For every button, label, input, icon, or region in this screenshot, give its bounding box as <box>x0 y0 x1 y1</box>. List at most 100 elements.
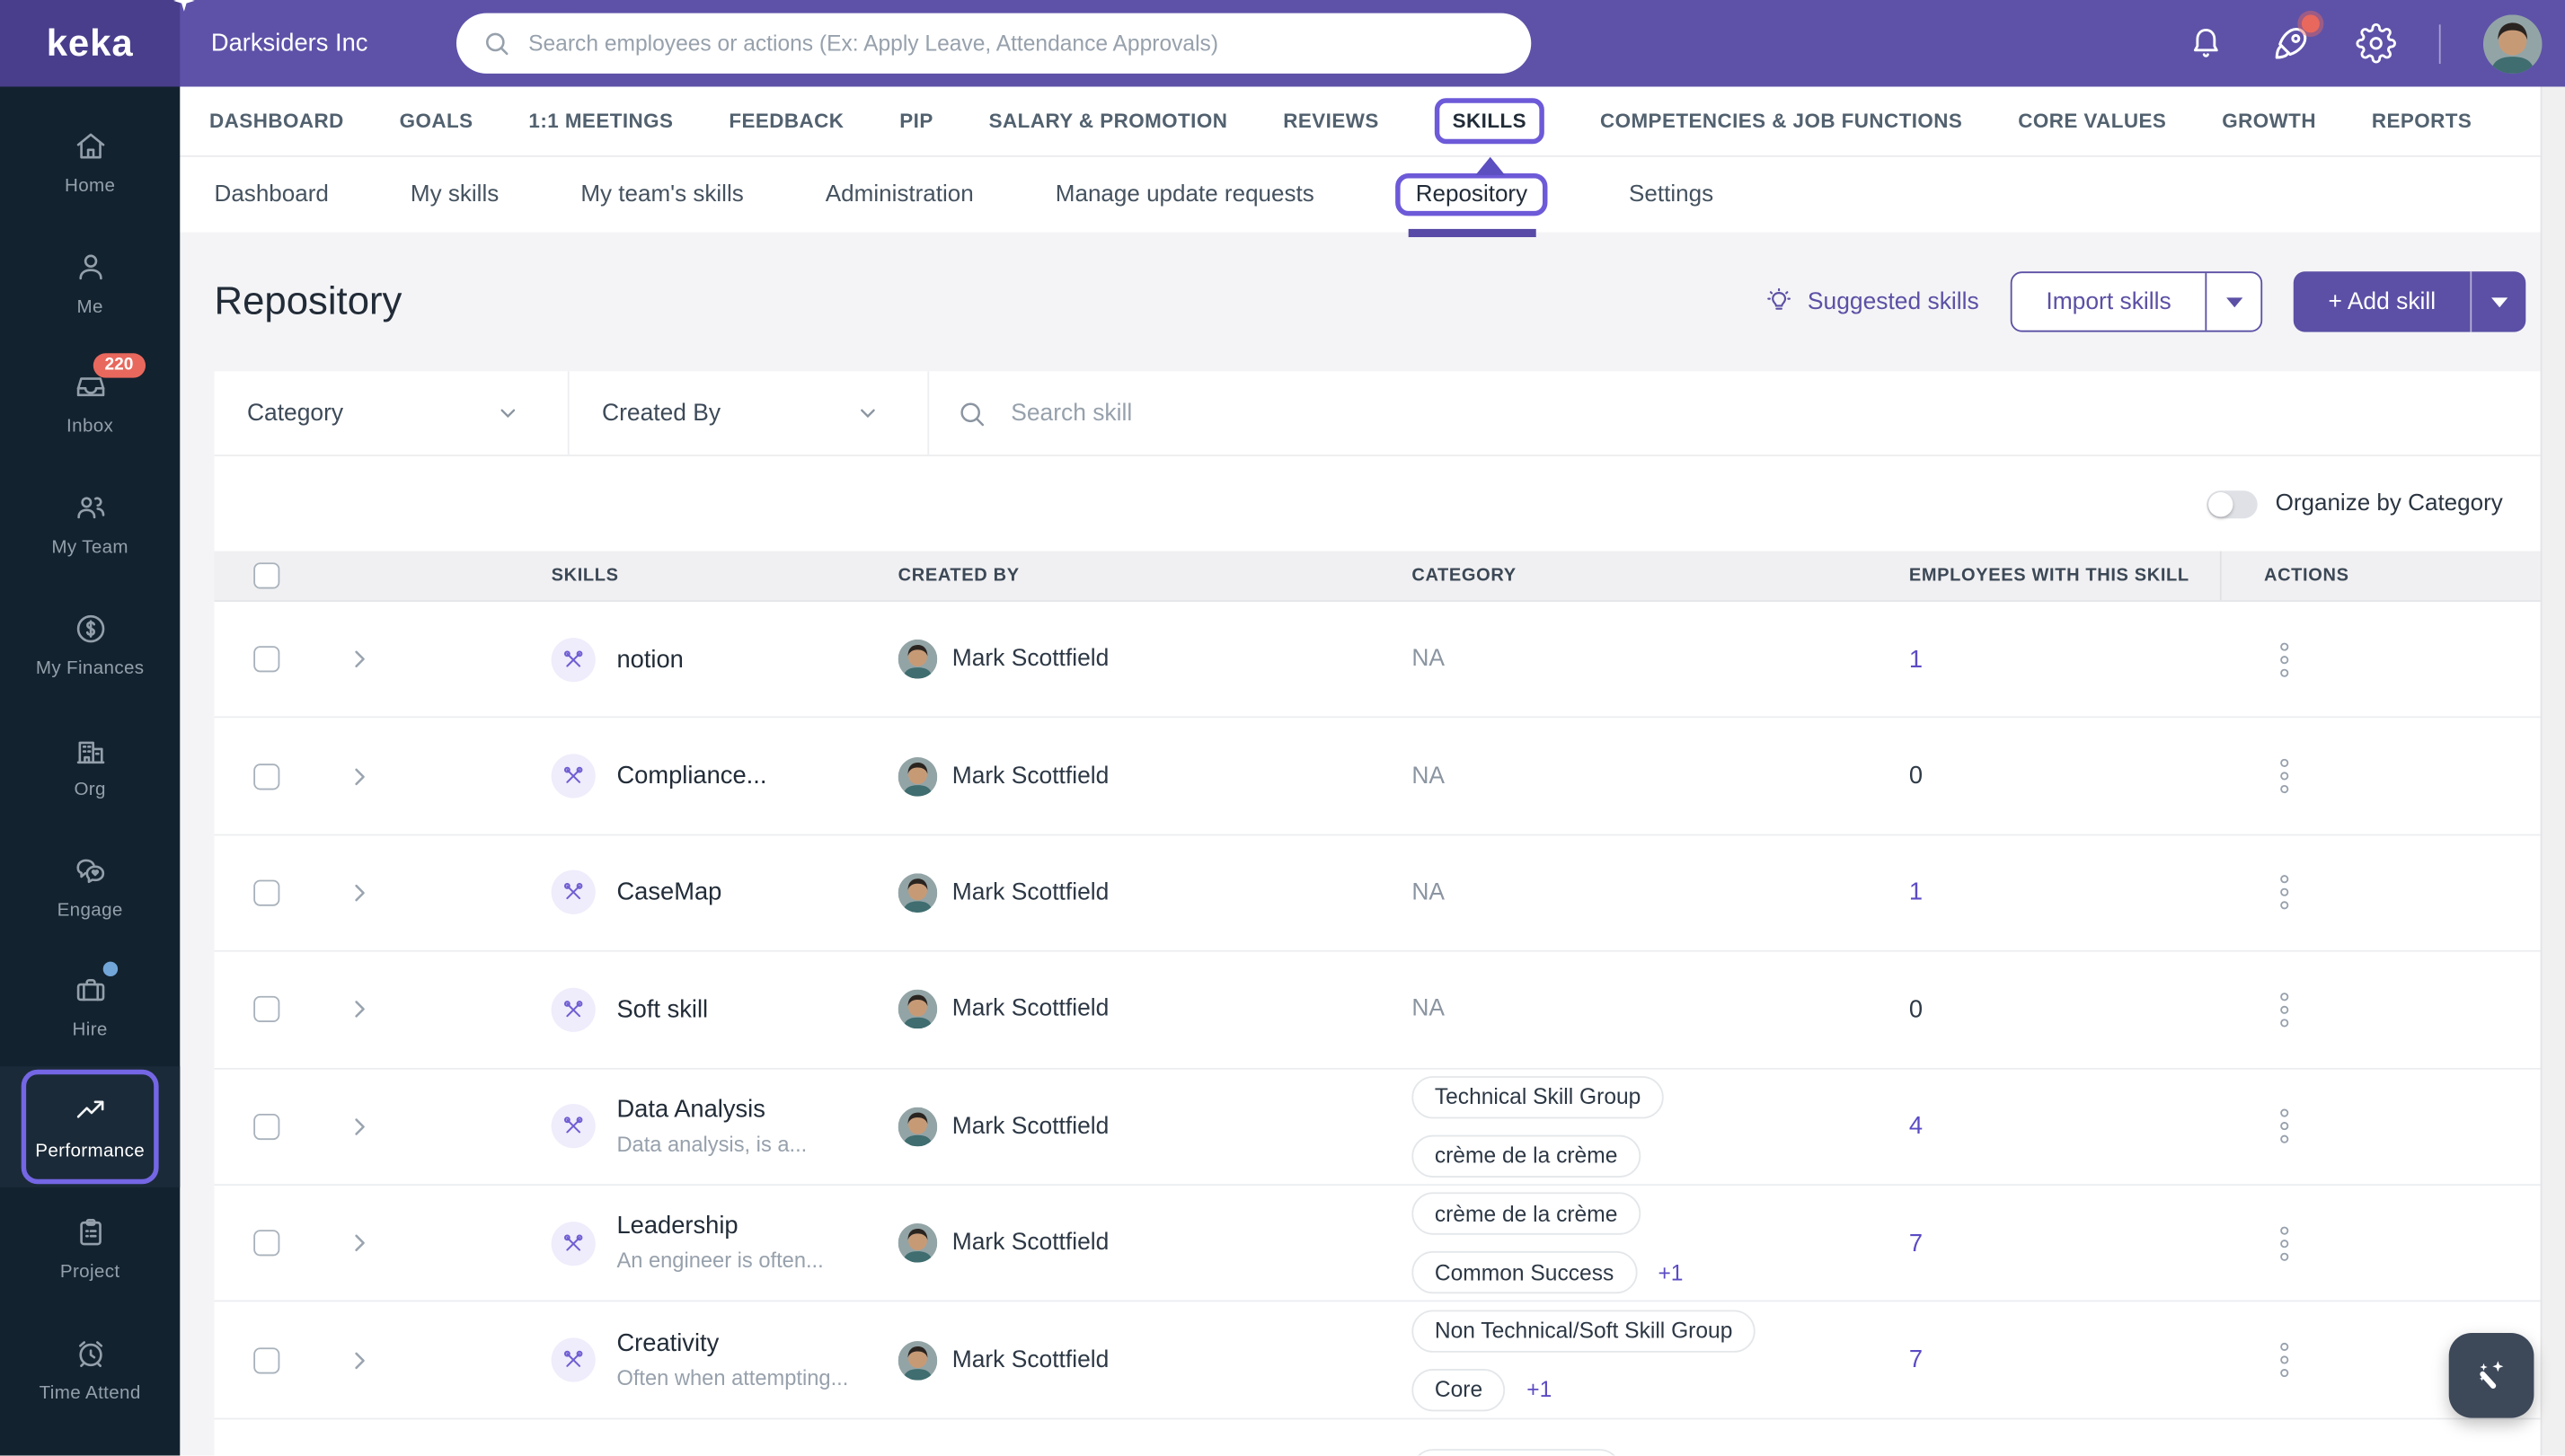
user-avatar[interactable] <box>2482 13 2543 74</box>
subtab-repository[interactable]: Repository <box>1395 173 1547 238</box>
suggested-skills-link[interactable]: Suggested skills <box>1764 287 1979 318</box>
keka-logo[interactable]: keka <box>0 0 195 87</box>
creator-name: Mark Scottfield <box>951 879 1110 906</box>
sidebar-item-inbox[interactable]: Inbox 220 <box>0 343 180 463</box>
organize-row: Organize by Category <box>215 456 2543 552</box>
sidebar-item-home[interactable]: Home <box>0 101 180 222</box>
tab-skills[interactable]: SKILLS <box>1434 98 1545 175</box>
row-checkbox[interactable] <box>253 1346 280 1373</box>
row-actions-menu[interactable] <box>2269 875 2298 911</box>
category-value: NA <box>1411 996 1446 1023</box>
subtab-manage-update-requests[interactable]: Manage update requests <box>1056 181 1314 207</box>
employee-count[interactable]: 4 <box>1909 1113 2220 1141</box>
skill-name: Creativity <box>616 1328 720 1357</box>
magic-wand-fab[interactable] <box>2448 1332 2534 1418</box>
expand-row-button[interactable] <box>319 764 401 787</box>
sidebar-item-engage[interactable]: Engage <box>0 825 180 946</box>
category-value: NA <box>1411 763 1446 790</box>
skill-cell: Soft skill <box>551 987 898 1032</box>
created-by-filter[interactable]: Created By <box>570 371 930 455</box>
subtab-dashboard[interactable]: Dashboard <box>215 181 329 207</box>
tab-feedback[interactable]: FEEDBACK <box>729 110 844 132</box>
import-skills-dropdown[interactable] <box>2207 273 2261 331</box>
sidebar-item-hire[interactable]: Hire <box>0 946 180 1066</box>
sidebar-item-my-team[interactable]: My Team <box>0 463 180 584</box>
add-skill-button[interactable]: + Add skill <box>2294 271 2526 332</box>
tab-dashboard[interactable]: DASHBOARD <box>209 110 344 132</box>
import-skills-button[interactable]: Import skills <box>2010 271 2263 332</box>
sidebar-item-performance[interactable]: Performance <box>0 1066 181 1188</box>
subtab-my-skills[interactable]: My skills <box>411 181 499 207</box>
sidebar-item-me[interactable]: Me <box>0 222 180 342</box>
row-actions-menu[interactable] <box>2269 1108 2298 1144</box>
creator-name: Mark Scottfield <box>951 996 1110 1023</box>
rocket-icon[interactable] <box>2269 14 2320 66</box>
organize-toggle[interactable] <box>2207 490 2258 518</box>
skill-cell: notion <box>551 637 898 682</box>
gear-icon[interactable] <box>2356 22 2397 64</box>
sidebar-item-time-attend[interactable]: Time Attend <box>0 1309 180 1429</box>
subtab-administration[interactable]: Administration <box>826 181 974 207</box>
row-actions-menu[interactable] <box>2269 758 2298 794</box>
keka-logo-spark-icon <box>173 0 195 12</box>
tab-pip[interactable]: PIP <box>899 110 933 132</box>
row-actions-menu[interactable] <box>2269 642 2298 677</box>
skill-icon <box>551 637 596 682</box>
more-categories-link[interactable]: +1 <box>1526 1377 1552 1401</box>
row-actions-menu[interactable] <box>2269 992 2298 1028</box>
category-chip: crème de la crème <box>1411 1192 1641 1235</box>
expand-row-button[interactable] <box>319 648 401 670</box>
category-filter[interactable]: Category <box>215 371 570 455</box>
more-categories-link[interactable]: +1 <box>1658 1260 1683 1284</box>
created-by-cell: Mark Scottfield <box>898 1107 1412 1146</box>
add-skill-dropdown[interactable] <box>2472 271 2525 331</box>
row-checkbox[interactable] <box>253 996 280 1023</box>
category-chip <box>1411 1448 1622 1456</box>
row-checkbox[interactable] <box>253 1230 280 1257</box>
tab-goals[interactable]: GOALS <box>400 110 473 132</box>
global-search[interactable] <box>456 13 1532 74</box>
tab-growth[interactable]: GROWTH <box>2222 110 2316 132</box>
skill-search-input[interactable] <box>1007 398 2543 428</box>
employee-count: 0 <box>1908 995 1924 1024</box>
employee-count[interactable]: 1 <box>1909 646 2220 674</box>
expand-row-button[interactable] <box>319 998 401 1020</box>
subtab-my-team-s-skills[interactable]: My team's skills <box>580 181 743 207</box>
skill-search[interactable] <box>929 371 2543 454</box>
category-chips: crème de la crème Common Success +1 <box>1411 1192 1909 1294</box>
page-header: Repository Suggested skills Import skill… <box>180 233 2542 372</box>
sidebar-item-project[interactable]: Project <box>0 1187 180 1308</box>
expand-row-button[interactable] <box>319 881 401 904</box>
row-checkbox[interactable] <box>253 879 280 906</box>
expand-row-button[interactable] <box>319 1231 401 1254</box>
tab-competencies-job-functions[interactable]: COMPETENCIES & JOB FUNCTIONS <box>1600 110 1962 132</box>
tab-salary-promotion[interactable]: SALARY & PROMOTION <box>989 110 1228 132</box>
subtab-settings[interactable]: Settings <box>1629 181 1713 207</box>
table-row: Compliance... Mark Scottfield NA 0 <box>214 719 2543 836</box>
tab-reports[interactable]: REPORTS <box>2372 110 2472 132</box>
employee-count[interactable]: 7 <box>1909 1230 2220 1257</box>
bell-icon[interactable] <box>2186 22 2227 64</box>
row-actions-menu[interactable] <box>2269 1342 2298 1378</box>
tab-reviews[interactable]: REVIEWS <box>1283 110 1378 132</box>
sidebar-item-org[interactable]: Org <box>0 705 180 825</box>
category-chips: Non Technical/Soft Skill Group Core +1 <box>1411 1309 1909 1411</box>
row-checkbox[interactable] <box>253 763 280 790</box>
skill-cell: Attention to detail <box>552 1453 898 1455</box>
expand-row-button[interactable] <box>319 1115 401 1137</box>
avatar <box>898 1223 938 1263</box>
employee-count[interactable]: 1 <box>1909 879 2220 907</box>
employee-count[interactable]: 7 <box>1909 1346 2220 1374</box>
skill-cell: Compliance... <box>551 754 898 799</box>
row-checkbox[interactable] <box>253 1113 280 1140</box>
sidebar-item-my-finances[interactable]: My Finances <box>0 584 180 704</box>
tab-1-1-meetings[interactable]: 1:1 MEETINGS <box>528 110 673 132</box>
row-actions-menu[interactable] <box>2269 1225 2298 1261</box>
expand-chevron-icon <box>355 1234 365 1252</box>
scrollbar[interactable] <box>2540 86 2565 1456</box>
expand-row-button[interactable] <box>319 1348 401 1371</box>
select-all-checkbox[interactable] <box>253 562 280 589</box>
row-checkbox[interactable] <box>253 646 280 673</box>
tab-core-values[interactable]: CORE VALUES <box>2018 110 2166 132</box>
global-search-input[interactable] <box>525 29 1506 57</box>
